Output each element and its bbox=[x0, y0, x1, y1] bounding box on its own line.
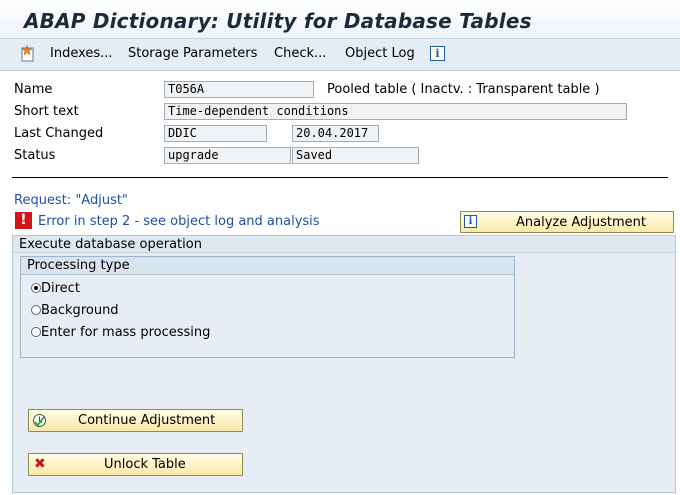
short-text-label: Short text bbox=[14, 104, 79, 119]
page-title: ABAP Dictionary: Utility for Database Ta… bbox=[24, 9, 532, 33]
info-icon[interactable]: i bbox=[430, 46, 445, 61]
radio-button-icon[interactable] bbox=[31, 327, 41, 337]
application-toolbar: Indexes... Storage Parameters Check... O… bbox=[0, 39, 680, 71]
check-button[interactable]: Check... bbox=[274, 46, 326, 61]
group-title: Processing type bbox=[21, 257, 514, 275]
error-icon: ! bbox=[15, 212, 32, 229]
radio-background-label: Background bbox=[41, 303, 119, 318]
request-text: Request: "Adjust" bbox=[14, 193, 128, 208]
last-changed-label: Last Changed bbox=[14, 126, 104, 141]
unlock-table-label: Unlock Table bbox=[104, 457, 186, 472]
storage-parameters-button[interactable]: Storage Parameters bbox=[128, 46, 257, 61]
title-bar: ABAP Dictionary: Utility for Database Ta… bbox=[0, 0, 680, 39]
continue-icon bbox=[33, 414, 46, 427]
name-field[interactable]: T056A bbox=[164, 81, 314, 98]
last-changed-user-field[interactable]: DDIC bbox=[164, 125, 267, 142]
short-text-field[interactable]: Time-dependent conditions bbox=[164, 103, 627, 120]
last-changed-date-field[interactable]: 20.04.2017 bbox=[292, 125, 379, 142]
unlock-table-button[interactable]: ✖ Unlock Table bbox=[28, 453, 243, 476]
radio-background[interactable]: Background bbox=[31, 303, 119, 318]
indexes-button[interactable]: Indexes... bbox=[50, 46, 113, 61]
info-icon: i bbox=[464, 215, 477, 228]
object-log-button[interactable]: Object Log bbox=[345, 46, 415, 61]
status-saved-field[interactable]: Saved bbox=[292, 147, 419, 164]
create-object-icon[interactable] bbox=[20, 44, 36, 62]
radio-button-selected-icon[interactable] bbox=[31, 283, 41, 293]
radio-mass-processing[interactable]: Enter for mass processing bbox=[31, 325, 210, 340]
error-message[interactable]: Error in step 2 - see object log and ana… bbox=[38, 214, 320, 229]
radio-mass-processing-label: Enter for mass processing bbox=[41, 325, 211, 340]
radio-direct-label: Direct bbox=[41, 281, 80, 296]
continue-adjustment-button[interactable]: Continue Adjustment bbox=[28, 409, 243, 432]
analyze-adjustment-label: Analyze Adjustment bbox=[516, 215, 646, 230]
radio-button-icon[interactable] bbox=[31, 305, 41, 315]
panel-title: Execute database operation bbox=[13, 236, 675, 253]
table-type-text: Pooled table ( Inactv. : Transparent tab… bbox=[327, 82, 600, 97]
divider bbox=[12, 177, 668, 178]
radio-direct[interactable]: Direct bbox=[31, 281, 80, 296]
continue-adjustment-label: Continue Adjustment bbox=[78, 413, 216, 428]
name-label: Name bbox=[14, 82, 53, 97]
analyze-adjustment-button[interactable]: i Analyze Adjustment bbox=[460, 211, 674, 233]
status-field[interactable]: upgrade bbox=[164, 147, 291, 164]
status-label: Status bbox=[14, 148, 56, 163]
cross-icon: ✖ bbox=[34, 456, 46, 472]
